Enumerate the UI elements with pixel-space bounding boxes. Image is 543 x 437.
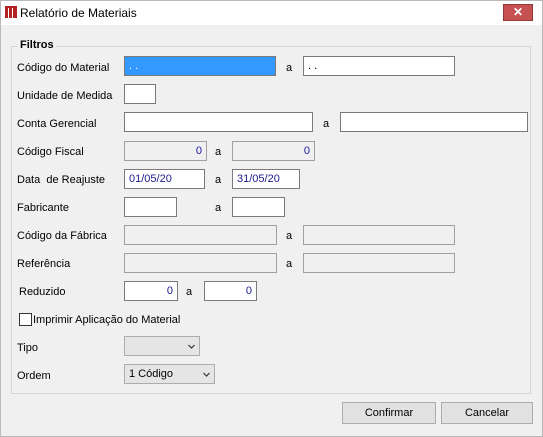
reduzido-separator: a: [186, 286, 193, 298]
close-icon: ✕: [512, 5, 524, 19]
cancelar-button[interactable]: Cancelar: [441, 402, 533, 424]
fabricante-to-input[interactable]: [232, 197, 285, 217]
referencia-from-input[interactable]: [124, 253, 277, 273]
title-bar: Relatório de Materiais ✕: [1, 1, 542, 25]
conta-gerencial-from-input[interactable]: [124, 112, 313, 132]
tipo-label: Tipo: [17, 342, 38, 354]
codigo-fiscal-label: Código Fiscal: [17, 146, 84, 158]
reduzido-from-input[interactable]: 0: [124, 281, 178, 301]
reduzido-label: Reduzido: [19, 286, 66, 298]
conta-gerencial-label: Conta Gerencial: [17, 118, 97, 130]
chevron-down-icon: [203, 372, 210, 377]
fabricante-separator: a: [215, 202, 222, 214]
data-reajuste-label: Data de Reajuste: [17, 174, 106, 186]
codigo-fabrica-separator: a: [286, 230, 293, 242]
ordem-select[interactable]: 1 Código: [124, 364, 215, 384]
unidade-medida-input[interactable]: [124, 84, 156, 104]
unidade-medida-label: Unidade de Medida: [17, 90, 113, 102]
conta-gerencial-separator: a: [323, 118, 330, 130]
chevron-down-icon: [188, 344, 195, 349]
app-icon: [4, 5, 18, 19]
codigo-fabrica-to-input[interactable]: [303, 225, 455, 245]
data-reajuste-separator: a: [215, 174, 222, 186]
codigo-fiscal-separator: a: [215, 146, 222, 158]
codigo-material-label: Código do Material: [17, 62, 110, 74]
ordem-select-value: 1 Código: [129, 368, 174, 380]
window-title: Relatório de Materiais: [20, 6, 137, 20]
codigo-fabrica-label: Código da Fábrica: [17, 230, 107, 242]
confirmar-button[interactable]: Confirmar: [342, 402, 436, 424]
codigo-fiscal-to-input[interactable]: 0: [232, 141, 315, 161]
fabricante-label: Fabricante: [17, 202, 69, 214]
tipo-select[interactable]: [124, 336, 200, 356]
fabricante-from-input[interactable]: [124, 197, 177, 217]
data-reajuste-to-input[interactable]: 31/05/20: [232, 169, 300, 189]
codigo-material-to-input[interactable]: . .: [303, 56, 455, 76]
filters-group-title: Filtros: [18, 39, 56, 51]
data-reajuste-from-input[interactable]: 01/05/20: [124, 169, 205, 189]
report-window: Relatório de Materiais ✕ Filtros Código …: [0, 0, 543, 437]
codigo-material-separator: a: [286, 62, 293, 74]
codigo-fiscal-from-input[interactable]: 0: [124, 141, 207, 161]
imprimir-aplicacao-label[interactable]: Imprimir Aplicação do Material: [33, 314, 180, 326]
codigo-material-from-input[interactable]: . .: [124, 56, 276, 76]
ordem-label: Ordem: [17, 370, 51, 382]
codigo-fabrica-from-input[interactable]: [124, 225, 277, 245]
referencia-label: Referência: [17, 258, 71, 270]
referencia-separator: a: [286, 258, 293, 270]
reduzido-to-input[interactable]: 0: [204, 281, 257, 301]
close-button[interactable]: ✕: [503, 4, 533, 21]
conta-gerencial-to-input[interactable]: [340, 112, 528, 132]
referencia-to-input[interactable]: [303, 253, 455, 273]
imprimir-aplicacao-checkbox[interactable]: [19, 313, 32, 326]
